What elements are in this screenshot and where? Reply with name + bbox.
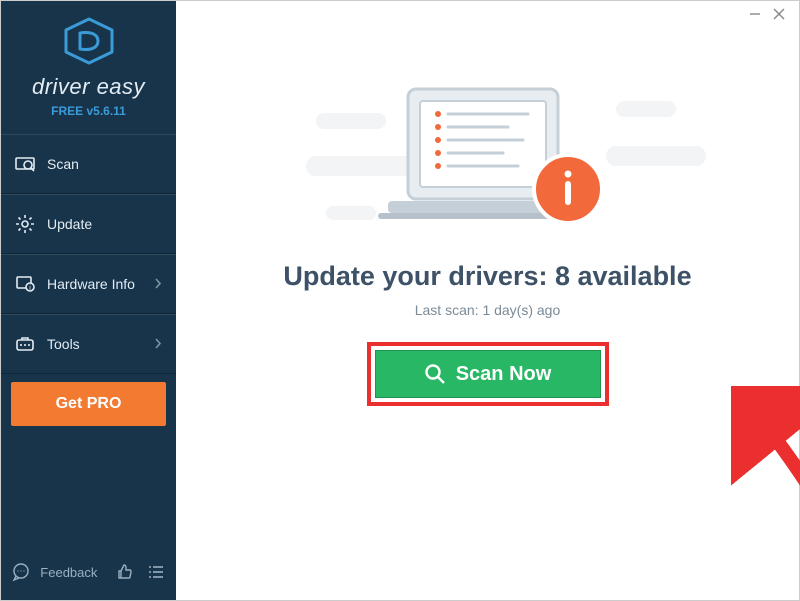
chevron-right-icon	[155, 276, 162, 292]
get-pro-button[interactable]: Get PRO	[11, 382, 166, 426]
hardware-icon: i	[15, 274, 35, 294]
scan-highlight-box: Scan Now	[367, 342, 609, 406]
feedback-icon[interactable]	[9, 558, 32, 586]
tools-icon	[15, 334, 35, 354]
sidebar: driver easy FREE v5.6.11 Scan Update	[1, 1, 176, 600]
scan-now-button[interactable]: Scan Now	[375, 350, 601, 398]
minimize-button[interactable]	[748, 7, 762, 21]
decorative-cloud	[606, 146, 706, 166]
decorative-cloud	[616, 101, 676, 117]
sidebar-item-label: Update	[47, 216, 92, 232]
sidebar-item-label: Tools	[47, 336, 80, 352]
close-button[interactable]	[772, 7, 786, 21]
sidebar-nav: Scan Update i Hardware Info	[1, 134, 176, 374]
sidebar-item-tools[interactable]: Tools	[1, 314, 176, 374]
feedback-label[interactable]: Feedback	[40, 565, 97, 580]
brand-logo-icon	[62, 17, 116, 65]
scan-now-label: Scan Now	[456, 363, 552, 386]
magnifier-icon	[424, 363, 446, 385]
laptop-illustration	[358, 79, 618, 249]
list-icon[interactable]	[145, 558, 168, 586]
sidebar-item-hardware-info[interactable]: i Hardware Info	[1, 254, 176, 314]
annotation-arrow	[731, 386, 800, 526]
window-controls	[734, 0, 800, 28]
gear-icon	[15, 214, 35, 234]
sidebar-item-label: Scan	[47, 156, 79, 172]
brand-name: driver easy	[1, 74, 176, 100]
sidebar-item-update[interactable]: Update	[1, 194, 176, 254]
available-count: 8	[555, 261, 570, 291]
last-scan-text: Last scan: 1 day(s) ago	[176, 302, 799, 318]
headline-prefix: Update your drivers:	[283, 261, 555, 291]
sidebar-item-scan[interactable]: Scan	[1, 134, 176, 194]
brand-subline: FREE v5.6.11	[1, 104, 176, 118]
thumbs-up-icon[interactable]	[113, 558, 136, 586]
scan-icon	[15, 154, 35, 174]
headline-suffix: available	[570, 261, 692, 291]
headline: Update your drivers: 8 available	[176, 261, 799, 292]
main-pane: Update your drivers: 8 available Last sc…	[176, 1, 799, 600]
brand: driver easy FREE v5.6.11	[1, 1, 176, 128]
sidebar-item-label: Hardware Info	[47, 276, 135, 292]
chevron-right-icon	[155, 336, 162, 352]
sidebar-footer: Feedback	[1, 548, 176, 600]
